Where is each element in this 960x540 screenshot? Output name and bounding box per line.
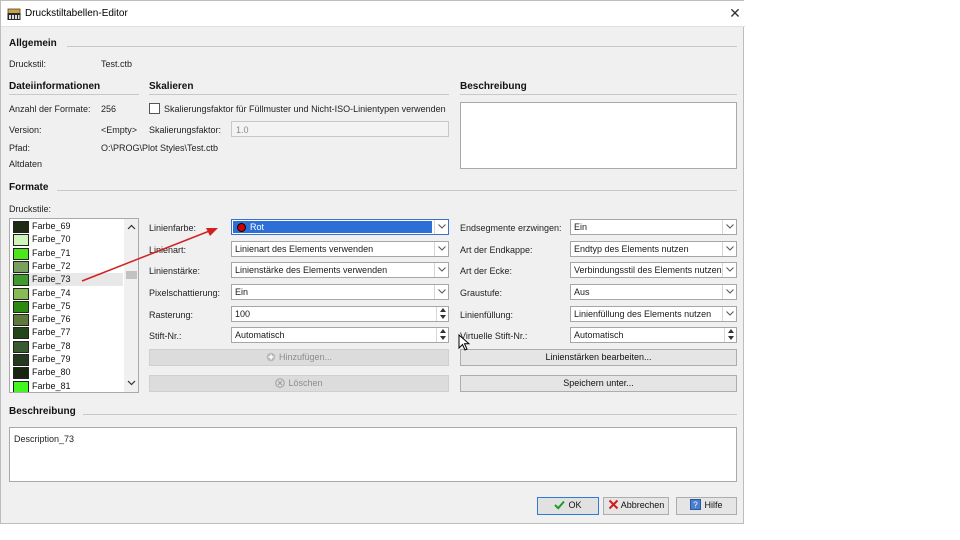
mouse-cursor-icon <box>458 334 470 351</box>
annotation-arrow <box>81 228 218 282</box>
